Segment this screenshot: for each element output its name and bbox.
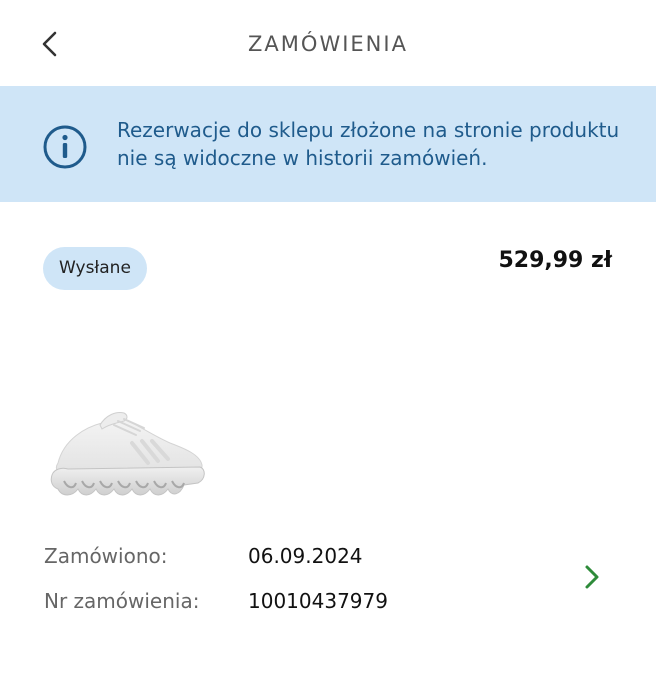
product-image[interactable] <box>44 405 208 501</box>
info-banner-text: Rezerwacje do sklepu złożone na stronie … <box>117 118 620 170</box>
status-badge: Wysłane <box>43 247 147 290</box>
order-number-value: 10010437979 <box>248 589 388 613</box>
chevron-right-icon[interactable] <box>578 563 606 591</box>
info-banner: Rezerwacje do sklepu złożone na stronie … <box>0 86 656 202</box>
info-icon <box>43 125 87 169</box>
back-button[interactable] <box>30 24 70 64</box>
app-header: ZAMÓWIENIA <box>0 0 656 86</box>
order-number-label: Nr zamówienia: <box>44 589 200 613</box>
order-date-value: 06.09.2024 <box>248 544 363 568</box>
page-title: ZAMÓWIENIA <box>248 32 408 56</box>
chevron-left-icon <box>42 31 57 57</box>
order-date-label: Zamówiono: <box>44 544 168 568</box>
order-price: 529,99 zł <box>498 248 612 273</box>
